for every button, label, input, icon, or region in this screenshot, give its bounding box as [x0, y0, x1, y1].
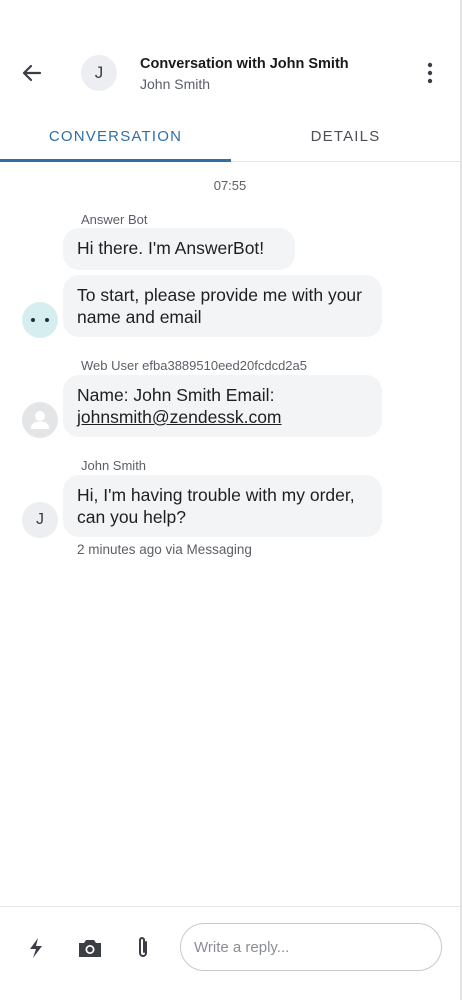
reply-input[interactable] — [180, 923, 442, 971]
message-meta: 2 minutes ago via Messaging — [77, 542, 252, 557]
arrow-left-icon — [22, 64, 42, 82]
page-subtitle: John Smith — [140, 76, 211, 92]
page-title: Conversation with John Smith — [140, 56, 349, 72]
message-bubble: Hi, I'm having trouble with my order, ca… — [63, 475, 382, 537]
bot-eye — [31, 318, 35, 322]
attach-button[interactable] — [128, 933, 158, 963]
paperclip-icon — [139, 937, 147, 957]
camera-button[interactable] — [75, 933, 105, 963]
conversation-timestamp: 07:55 — [213, 178, 247, 193]
message-text: Name: John Smith Email: — [77, 385, 275, 405]
user-silhouette-icon — [22, 402, 58, 438]
tab-details[interactable]: DETAILS — [231, 112, 460, 160]
email-link[interactable]: johnsmith@zendessk.com — [77, 407, 282, 427]
more-vertical-icon — [427, 62, 433, 84]
bot-eye — [45, 318, 49, 322]
requester-avatar: J — [81, 55, 117, 91]
sender-name: Web User efba3889510eed20fcdcd2a5 — [81, 358, 307, 373]
user-silhouette-graphic — [31, 411, 49, 429]
tab-bar: CONVERSATION DETAILS — [0, 112, 460, 162]
conversation-header: J Conversation with John Smith John Smit… — [0, 0, 460, 112]
message-bubble: Hi there. I'm AnswerBot! — [63, 228, 295, 270]
sender-name: John Smith — [81, 458, 147, 473]
active-tab-indicator — [0, 159, 231, 162]
message-bubble: Name: John Smith Email: johnsmith@zendes… — [63, 375, 382, 437]
back-button[interactable] — [17, 58, 47, 88]
reply-composer — [0, 906, 460, 1001]
camera-icon — [79, 940, 101, 957]
requester-avatar: J — [22, 502, 58, 538]
tab-conversation[interactable]: CONVERSATION — [0, 112, 231, 160]
macro-button[interactable] — [21, 933, 51, 963]
bot-avatar-icon — [22, 302, 58, 338]
lightning-icon — [30, 938, 42, 958]
more-options-button[interactable] — [418, 60, 442, 86]
sender-name: Answer Bot — [81, 212, 148, 227]
message-bubble: To start, please provide me with your na… — [63, 275, 382, 337]
